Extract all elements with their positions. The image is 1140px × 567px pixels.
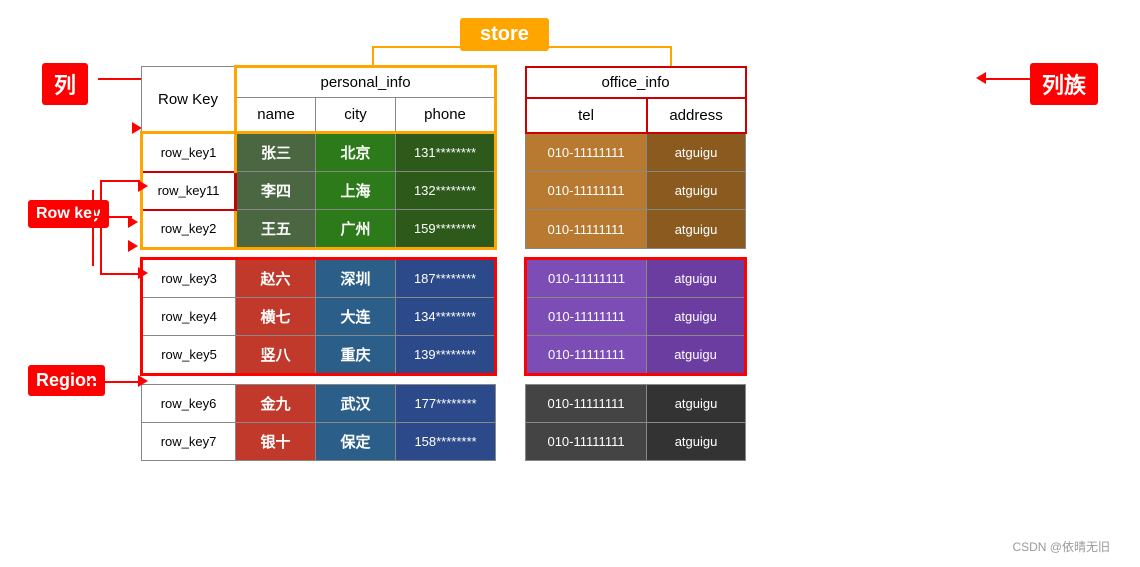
name-data-cell: 横七 xyxy=(236,298,316,336)
tel-data-cell: 010-11111111 xyxy=(526,385,647,423)
office-info-header: office_info xyxy=(526,67,746,98)
table-row: row_key11 李四 上海 132******** 010-11111111… xyxy=(142,172,746,210)
spacer-row xyxy=(142,249,746,259)
tel-data-cell: 010-11111111 xyxy=(526,298,647,336)
address-data-cell: atguigu xyxy=(647,259,746,298)
phone-data-cell: 187******** xyxy=(396,259,496,298)
family-header-row: Row Key personal_info office_info xyxy=(142,67,746,98)
table-row: row_key2 王五 广州 159******** 010-11111111 … xyxy=(142,210,746,249)
name-data-cell: 银十 xyxy=(236,423,316,461)
tel-data-cell: 010-11111111 xyxy=(526,423,647,461)
tel-col-header: tel xyxy=(526,98,647,133)
city-data-cell: 广州 xyxy=(316,210,396,249)
name-data-cell: 金九 xyxy=(236,385,316,423)
city-data-cell: 保定 xyxy=(316,423,396,461)
tel-data-cell: 010-11111111 xyxy=(526,259,647,298)
address-data-cell: atguigu xyxy=(647,298,746,336)
row-key-cell: row_key6 xyxy=(142,385,236,423)
city-data-cell: 大连 xyxy=(316,298,396,336)
phone-data-cell: 139******** xyxy=(396,336,496,375)
address-data-cell: atguigu xyxy=(647,423,746,461)
watermark: CSDN @依晴无旧 xyxy=(1012,538,1110,555)
table-row: row_key1 张三 北京 131******** 010-11111111 … xyxy=(142,133,746,172)
row-key-cell: row_key2 xyxy=(142,210,236,249)
row-key-cell: row_key7 xyxy=(142,423,236,461)
city-data-cell: 上海 xyxy=(316,172,396,210)
personal-info-header: personal_info xyxy=(236,67,496,98)
rowkey-label: Row key xyxy=(28,200,109,228)
row-key-cell: row_key11 xyxy=(142,172,236,210)
phone-data-cell: 177******** xyxy=(396,385,496,423)
main-container: store 列 列族 Row key Region Ro xyxy=(0,0,1140,567)
phone-data-cell: 134******** xyxy=(396,298,496,336)
table-row: row_key3 赵六 深圳 187******** 010-11111111 … xyxy=(142,259,746,298)
address-data-cell: atguigu xyxy=(647,210,746,249)
city-data-cell: 北京 xyxy=(316,133,396,172)
tel-data-cell: 010-11111111 xyxy=(526,133,647,172)
tel-data-cell: 010-11111111 xyxy=(526,210,647,249)
table-row: row_key4 横七 大连 134******** 010-11111111 … xyxy=(142,298,746,336)
table-row: row_key5 竖八 重庆 139******** 010-11111111 … xyxy=(142,336,746,375)
city-col-header: city xyxy=(316,98,396,133)
name-col-header: name xyxy=(236,98,316,133)
city-data-cell: 重庆 xyxy=(316,336,396,375)
name-data-cell: 王五 xyxy=(236,210,316,249)
main-table: Row Key personal_info office_info name c… xyxy=(140,65,747,461)
liezu-label: 列族 xyxy=(1030,63,1098,105)
name-data-cell: 竖八 xyxy=(236,336,316,375)
table-row: row_key6 金九 武汉 177******** 010-11111111 … xyxy=(142,385,746,423)
phone-data-cell: 158******** xyxy=(396,423,496,461)
city-data-cell: 深圳 xyxy=(316,259,396,298)
tel-data-cell: 010-11111111 xyxy=(526,336,647,375)
address-data-cell: atguigu xyxy=(647,336,746,375)
address-col-header: address xyxy=(647,98,746,133)
city-data-cell: 武汉 xyxy=(316,385,396,423)
address-data-cell: atguigu xyxy=(647,133,746,172)
spacer-row xyxy=(142,375,746,385)
phone-data-cell: 132******** xyxy=(396,172,496,210)
row-key-cell: row_key4 xyxy=(142,298,236,336)
name-data-cell: 赵六 xyxy=(236,259,316,298)
lie-label: 列 xyxy=(42,63,88,105)
rowkey-header: Row Key xyxy=(142,67,236,133)
tel-data-cell: 010-11111111 xyxy=(526,172,647,210)
phone-data-cell: 131******** xyxy=(396,133,496,172)
row-key-cell: row_key3 xyxy=(142,259,236,298)
address-data-cell: atguigu xyxy=(647,385,746,423)
row-key-cell: row_key1 xyxy=(142,133,236,172)
phone-data-cell: 159******** xyxy=(396,210,496,249)
phone-col-header: phone xyxy=(396,98,496,133)
name-data-cell: 张三 xyxy=(236,133,316,172)
name-data-cell: 李四 xyxy=(236,172,316,210)
address-data-cell: atguigu xyxy=(647,172,746,210)
diagram: store 列 列族 Row key Region Ro xyxy=(20,10,1120,560)
table-row: row_key7 银十 保定 158******** 010-11111111 … xyxy=(142,423,746,461)
row-key-cell: row_key5 xyxy=(142,336,236,375)
